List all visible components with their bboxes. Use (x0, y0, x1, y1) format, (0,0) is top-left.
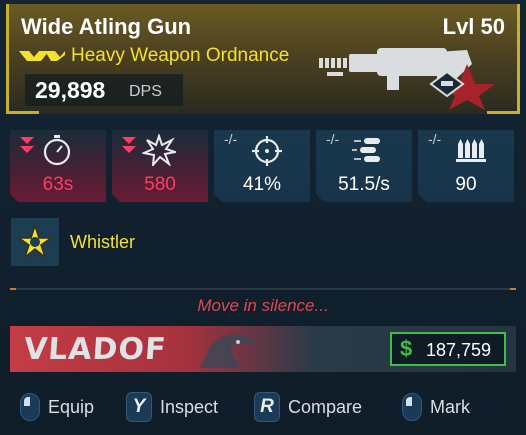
dps-value: 29,898 (35, 77, 106, 103)
equip-label: Equip (48, 396, 95, 417)
mouse-middle-click-icon (402, 393, 422, 421)
no-change-indicator: -/- (326, 131, 340, 147)
perk-name: Whistler (70, 232, 136, 252)
compare-label: Compare (288, 396, 363, 417)
stat-fire-rate: -/- 51.5/s (316, 130, 412, 202)
stats-row: 63s 580 -/- 41% -/- 51.5/s -/- 90 (10, 130, 516, 202)
stat-value: 41% (242, 174, 282, 195)
flavor-text: Move in silence... (197, 296, 329, 315)
price-box: $ 187,759 (390, 332, 506, 366)
stat-accuracy: -/- 41% (214, 130, 310, 202)
stat-damage: 580 (112, 130, 208, 202)
action-bar: Equip Y Inspect R Compare Mark (0, 385, 526, 429)
weapon-silhouette-icon (319, 48, 495, 110)
stat-value: 51.5/s (338, 174, 390, 195)
item-header: Wide Atling Gun Lvl 50 Heavy Weapon Ordn… (6, 4, 520, 114)
stat-value: 90 (455, 174, 477, 195)
mark-label: Mark (430, 396, 470, 417)
mark-action[interactable]: Mark (402, 391, 470, 423)
no-change-indicator: -/- (224, 131, 238, 147)
burst-icon (142, 134, 176, 166)
rarity-chevrons-icon (19, 51, 65, 61)
manufacturer-logo: VLADOF (22, 332, 168, 367)
ammo-icon (456, 139, 486, 162)
dollar-icon: $ (400, 336, 413, 361)
key-y-icon: Y (126, 392, 152, 422)
rockets-icon (352, 138, 380, 162)
decrease-arrows-icon (20, 137, 34, 153)
item-name: Wide Atling Gun (21, 14, 192, 39)
equip-action[interactable]: Equip (20, 391, 94, 423)
item-level: Lvl 50 (442, 14, 505, 39)
item-card: Wide Atling Gun Lvl 50 Heavy Weapon Ordn… (0, 0, 526, 435)
stat-value: 580 (144, 174, 176, 195)
item-type: Heavy Weapon Ordnance (71, 45, 290, 66)
inspect-label: Inspect (160, 396, 219, 417)
price-value: 187,759 (426, 340, 492, 360)
perk-badge (11, 218, 59, 266)
eagle-emblem-icon (200, 334, 258, 368)
stat-cooldown: 63s (10, 130, 106, 202)
crosshair-icon (252, 136, 282, 166)
manufacturer-bar: VLADOF $ 187,759 (10, 326, 516, 372)
mouse-left-click-icon (20, 393, 40, 421)
compare-action[interactable]: R Compare (254, 391, 362, 423)
key-r-icon: R (254, 392, 280, 422)
stopwatch-icon (43, 135, 71, 166)
star-badge-icon (16, 223, 54, 260)
inspect-action[interactable]: Y Inspect (126, 391, 218, 423)
stat-magazine: -/- 90 (418, 130, 514, 202)
dps-box: 29,898 DPS (25, 74, 183, 106)
divider (10, 288, 516, 290)
no-change-indicator: -/- (428, 131, 442, 147)
decrease-arrows-icon (122, 137, 136, 153)
stat-value: 63s (42, 174, 74, 195)
dps-unit: DPS (129, 83, 162, 100)
